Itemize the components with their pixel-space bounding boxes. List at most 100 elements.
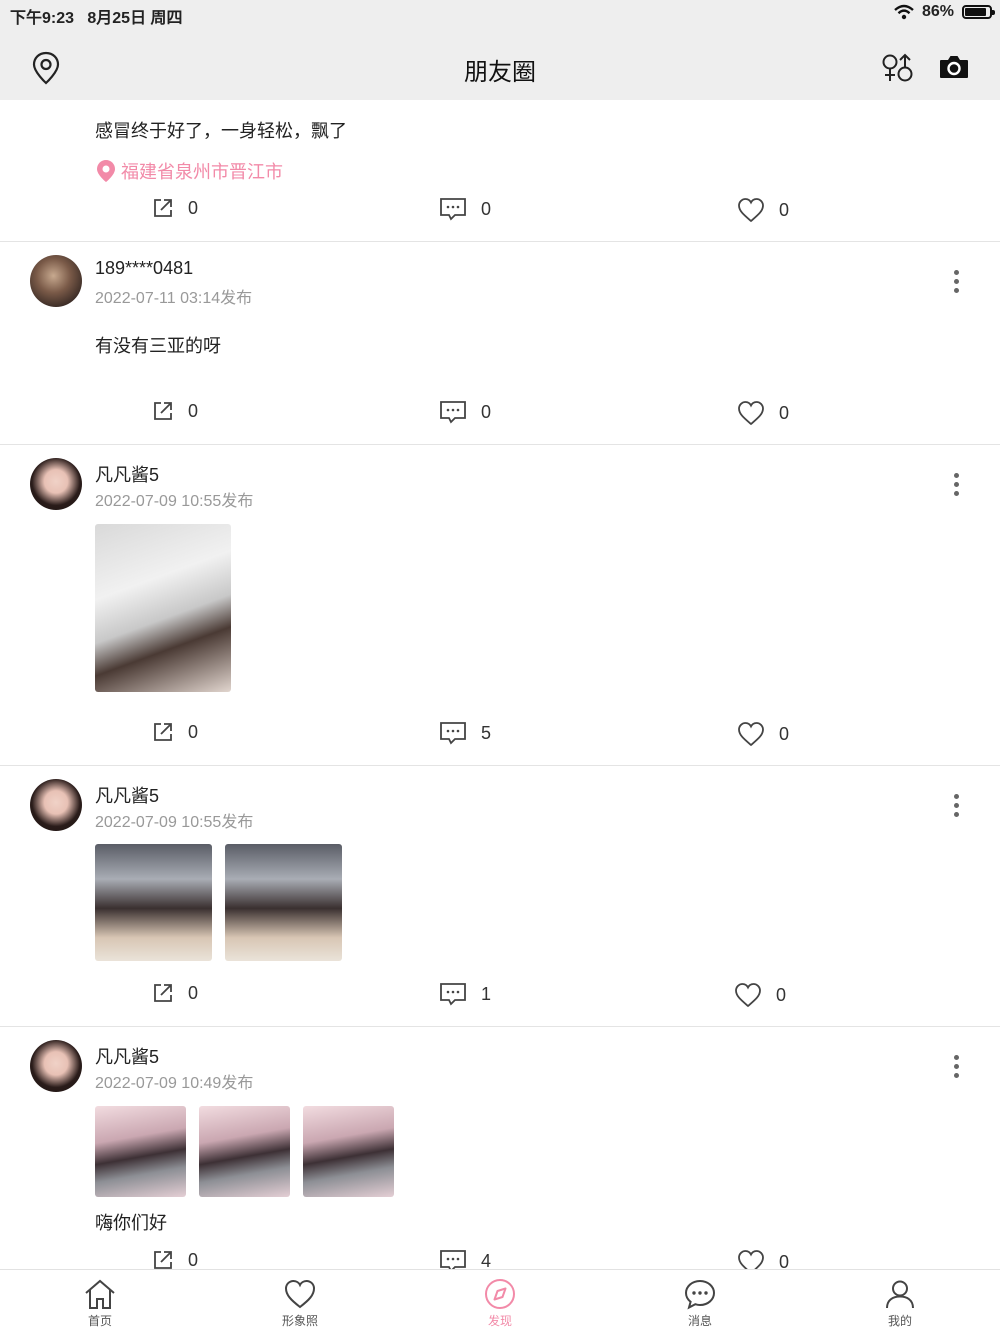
post-text: 有没有三亚的呀 (95, 336, 221, 356)
post-location[interactable]: 福建省泉州市晋江市 (95, 158, 283, 184)
share-icon (154, 984, 172, 1002)
avatar[interactable] (30, 779, 82, 831)
post-text: 嗨你们好 (95, 1213, 167, 1233)
like-count: 0 (779, 199, 790, 220)
share-icon (154, 402, 172, 420)
like-count: 0 (779, 1251, 790, 1270)
avatar[interactable] (30, 1040, 82, 1092)
post-timestamp: 2022-07-09 10:55发布 (95, 814, 254, 831)
comment-button[interactable]: 5 (439, 721, 491, 745)
post-photo[interactable] (199, 1106, 290, 1197)
comment-icon (440, 198, 466, 221)
comment-button[interactable]: 0 (439, 400, 491, 424)
more-options-button[interactable] (950, 794, 962, 817)
comment-count: 1 (481, 983, 492, 1004)
share-button[interactable]: 0 (152, 982, 198, 1004)
comment-count: 4 (481, 1250, 492, 1270)
tab-label: 发现 (487, 1314, 512, 1328)
avatar[interactable] (30, 255, 82, 307)
feed-post: 感冒终于好了，一身轻松，飘了 福建省泉州市晋江市 0 0 0 (0, 100, 1000, 242)
heart-icon (738, 1250, 764, 1269)
comment-count: 0 (481, 401, 492, 422)
like-count: 0 (776, 984, 787, 1005)
post-photo[interactable] (95, 524, 231, 692)
comment-count: 0 (481, 198, 492, 219)
feed-post: 凡凡酱5 2022-07-09 10:55发布 0 1 0 (0, 766, 1000, 1027)
share-icon (154, 723, 172, 741)
share-icon (154, 199, 172, 217)
tab-label: 我的 (887, 1314, 912, 1328)
like-count: 0 (779, 723, 790, 744)
comment-icon (440, 983, 466, 1006)
share-button[interactable]: 0 (152, 400, 198, 422)
moments-feed[interactable]: 感冒终于好了，一身轻松，飘了 福建省泉州市晋江市 0 0 0 189****04… (0, 100, 1000, 1269)
like-button[interactable]: 0 (734, 982, 786, 1008)
nav-bar: 朋友圈 (0, 28, 1000, 100)
share-button[interactable]: 0 (152, 721, 198, 743)
location-pin-icon (97, 160, 115, 182)
tab-home[interactable]: 首页 (60, 1278, 140, 1329)
post-timestamp: 2022-07-09 10:55发布 (95, 493, 254, 510)
battery-icon (962, 5, 995, 19)
comment-button[interactable]: 1 (439, 982, 491, 1006)
tab-label: 消息 (687, 1314, 712, 1328)
tab-me[interactable]: 我的 (860, 1278, 940, 1329)
tab-label: 首页 (87, 1314, 112, 1328)
share-count: 0 (188, 400, 199, 421)
post-username[interactable]: 凡凡酱5 (95, 782, 159, 808)
post-username[interactable]: 189****0481 (95, 258, 193, 279)
share-button[interactable]: 0 (152, 197, 198, 219)
comment-icon (440, 1250, 466, 1269)
status-time: 下午9:23 (10, 10, 75, 27)
post-photo[interactable] (225, 844, 342, 961)
post-actions: 0 4 0 (0, 1249, 1000, 1269)
heart-icon (738, 198, 764, 223)
home-icon (85, 1279, 115, 1309)
avatar[interactable] (30, 458, 82, 510)
heart-icon (284, 1279, 316, 1309)
user-icon (886, 1280, 914, 1309)
post-actions: 0 5 0 (0, 721, 1000, 747)
more-options-button[interactable] (950, 270, 962, 293)
share-count: 0 (188, 197, 199, 218)
tab-discover[interactable]: 发现 (460, 1278, 540, 1329)
status-bar: 下午9:23 8月25日 周四 86% (0, 0, 1000, 28)
post-username[interactable]: 凡凡酱5 (95, 1043, 159, 1069)
battery-percent: 86% (921, 3, 954, 20)
comment-button[interactable]: 0 (439, 197, 491, 221)
share-count: 0 (188, 982, 199, 1003)
share-count: 0 (188, 721, 199, 742)
camera-icon[interactable] (938, 52, 970, 82)
share-count: 0 (188, 1249, 199, 1270)
post-actions: 0 1 0 (0, 982, 1000, 1008)
feed-post: 凡凡酱5 2022-07-09 10:55发布 0 5 0 (0, 445, 1000, 766)
comment-count: 5 (481, 722, 492, 743)
like-button[interactable]: 0 (737, 400, 789, 426)
tab-messages[interactable]: 消息 (660, 1278, 740, 1329)
feed-post: 凡凡酱5 2022-07-09 10:49发布 嗨你们好 0 4 0 (0, 1027, 1000, 1269)
gender-filter-icon[interactable] (880, 52, 916, 84)
share-button[interactable]: 0 (152, 1249, 198, 1269)
post-username[interactable]: 凡凡酱5 (95, 461, 159, 487)
heart-icon (738, 401, 764, 426)
comment-icon (440, 722, 466, 745)
post-text: 感冒终于好了，一身轻松，飘了 (95, 121, 347, 141)
tab-portrait[interactable]: 形象照 (260, 1278, 340, 1329)
page-title: 朋友圈 (464, 59, 536, 86)
like-button[interactable]: 0 (737, 721, 789, 747)
post-photo[interactable] (303, 1106, 394, 1197)
like-button[interactable]: 0 (737, 197, 789, 223)
tab-label: 形象照 (281, 1314, 318, 1328)
like-button[interactable]: 0 (737, 1249, 789, 1269)
wifi-icon (894, 4, 914, 20)
feed-post: 189****0481 2022-07-11 03:14发布 有没有三亚的呀 0… (0, 242, 1000, 445)
comment-button[interactable]: 4 (439, 1249, 491, 1269)
post-actions: 0 0 0 (0, 197, 1000, 223)
bottom-tab-bar: 首页 形象照 发现 消息 我的 (0, 1269, 1000, 1335)
more-options-button[interactable] (950, 473, 962, 496)
share-icon (154, 1251, 172, 1269)
more-options-button[interactable] (950, 1055, 962, 1078)
post-photo[interactable] (95, 844, 212, 961)
post-photo[interactable] (95, 1106, 186, 1197)
chat-bubble-icon (684, 1279, 716, 1310)
